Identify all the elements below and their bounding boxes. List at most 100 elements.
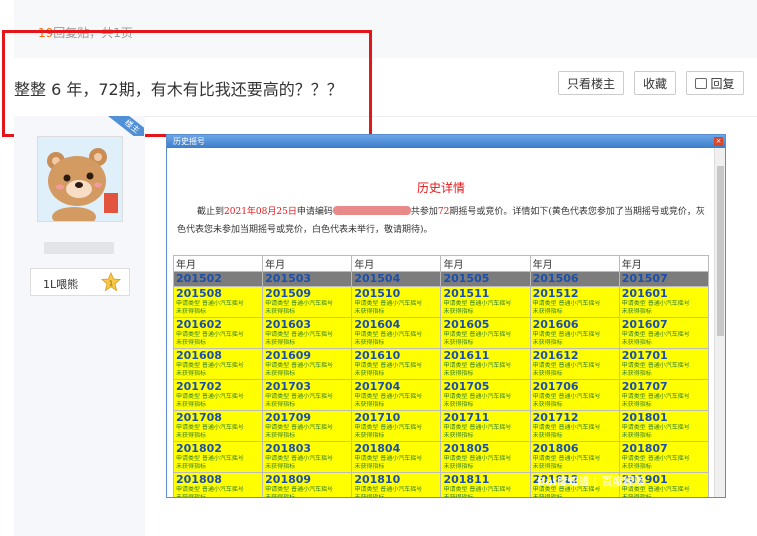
column-header: 年月: [440, 255, 531, 272]
result-status: 未获得指标: [354, 339, 385, 346]
reply-button-label: 回复: [710, 77, 735, 91]
avatar[interactable]: [37, 136, 123, 227]
period-code: 201603: [265, 318, 312, 331]
application-type: 申请类型 普通小汽车摇号: [176, 362, 244, 369]
lottery-history-screenshot[interactable]: 历史摇号 × 历史详情 截止到2021年08月25日申请编码 共参加72期摇号或竞…: [166, 134, 726, 498]
application-type: 申请类型 普通小汽车摇号: [532, 331, 601, 338]
period-code: 201710: [354, 411, 401, 424]
result-status: 未获得指标: [621, 308, 652, 315]
op-badge-label: 楼主: [108, 116, 144, 136]
application-type: 申请类型 普通小汽车摇号: [176, 486, 244, 493]
table-row: 201802 申请类型 普通小汽车摇号 未获得指标 201803 申请类型 普通小汽车摇…: [172, 441, 710, 473]
application-type: 申请类型 普通小汽车摇号: [532, 362, 601, 369]
application-type: 申请类型 普通小汽车摇号: [621, 424, 690, 431]
column-header: 年月: [262, 255, 353, 272]
result-status: 未获得指标: [621, 432, 652, 439]
result-status: 未获得指标: [265, 370, 296, 377]
table-cell: 201604 申请类型 普通小汽车摇号 未获得指标: [351, 317, 442, 349]
period-code: 201512: [532, 287, 579, 300]
table-cell: 201801 申请类型 普通小汽车摇号 未获得指标: [618, 410, 710, 442]
application-type: 申请类型 普通小汽车摇号: [443, 393, 512, 400]
close-icon: ×: [714, 137, 723, 146]
result-status: 未获得指标: [532, 339, 563, 346]
result-status: 未获得指标: [354, 401, 385, 408]
result-status: 未获得指标: [443, 308, 474, 315]
result-status: 未获得指标: [532, 308, 563, 315]
op-corner-badge: 楼主: [108, 116, 144, 136]
period-code: 201609: [265, 349, 312, 362]
desc-count-prefix: 共参加: [410, 207, 438, 217]
application-type: 申请类型 普通小汽车摇号: [176, 300, 244, 307]
application-type: 申请类型 普通小汽车摇号: [354, 486, 423, 493]
period-code: 201706: [532, 380, 579, 393]
application-type: 申请类型 普通小汽车摇号: [265, 362, 334, 369]
column-header: 年月: [172, 255, 264, 272]
table-cell: 201607 申请类型 普通小汽车摇号 未获得指标: [618, 317, 710, 349]
table-cell: 201506: [529, 271, 620, 287]
reply-button[interactable]: 回复: [686, 71, 744, 95]
application-type: 申请类型 普通小汽车摇号: [354, 424, 423, 431]
table-cell: 201611 申请类型 普通小汽车摇号 未获得指标: [440, 348, 531, 380]
table-cell: 201511 申请类型 普通小汽车摇号 未获得指标: [440, 286, 531, 318]
table-cell: 201705 申请类型 普通小汽车摇号 未获得指标: [440, 379, 531, 411]
result-status: 未获得指标: [621, 494, 652, 498]
period-code: 201808: [176, 473, 222, 486]
result-status: 未获得指标: [354, 494, 385, 498]
period-code: 201610: [354, 349, 401, 362]
period-code: 201802: [176, 442, 222, 455]
table-row: 201608 申请类型 普通小汽车摇号 未获得指标 201609 申请类型 普通小汽车摇…: [172, 348, 710, 380]
table-cell: 201509 申请类型 普通小汽车摇号 未获得指标: [262, 286, 353, 318]
table-cell: 201805 申请类型 普通小汽车摇号 未获得指标: [440, 441, 531, 473]
username-blurred[interactable]: [44, 242, 114, 254]
application-type: 申请类型 普通小汽车摇号: [532, 455, 601, 462]
favorite-button[interactable]: 收藏: [634, 71, 676, 95]
application-type: 申请类型 普通小汽车摇号: [443, 486, 512, 493]
application-type: 申请类型 普通小汽车摇号: [176, 424, 244, 431]
application-type: 申请类型 普通小汽车摇号: [621, 331, 690, 338]
period-code: 201701: [621, 349, 668, 362]
table-cell: 201605 申请类型 普通小汽车摇号 未获得指标: [440, 317, 531, 349]
level-badge[interactable]: 1L喂熊 1: [30, 268, 130, 296]
application-type: 申请类型 普通小汽车摇号: [532, 424, 601, 431]
only-op-button[interactable]: 只看楼主: [558, 71, 624, 95]
window-titlebar: 历史摇号 ×: [167, 135, 725, 148]
result-status: 未获得指标: [532, 463, 563, 470]
period-code: 201711: [443, 411, 490, 424]
level-badge-label: 1L喂熊: [43, 278, 79, 291]
application-type: 申请类型 普通小汽车摇号: [354, 362, 423, 369]
table-cell: 201702 申请类型 普通小汽车摇号 未获得指标: [172, 379, 264, 411]
result-status: 未获得指标: [265, 401, 296, 408]
table-row: 201502 201503 201504 201505 201506 201507: [172, 271, 710, 287]
table-cell: 201709 申请类型 普通小汽车摇号 未获得指标: [262, 410, 353, 442]
period-code: 201804: [354, 442, 401, 455]
result-status: 未获得指标: [176, 308, 207, 315]
table-cell: 201610 申请类型 普通小汽车摇号 未获得指标: [351, 348, 442, 380]
table-cell: 201807 申请类型 普通小汽车摇号 未获得指标: [618, 441, 710, 473]
period-code: 201805: [443, 442, 490, 455]
application-type: 申请类型 普通小汽车摇号: [354, 393, 423, 400]
history-heading: 历史详情: [416, 181, 465, 195]
application-type: 申请类型 普通小汽车摇号: [354, 455, 423, 462]
table-cell: 201703 申请类型 普通小汽车摇号 未获得指标: [262, 379, 353, 411]
application-type: 申请类型 普通小汽车摇号: [176, 393, 244, 400]
period-code: 201801: [621, 411, 668, 424]
table-cell: 201601 申请类型 普通小汽车摇号 未获得指标: [618, 286, 710, 318]
application-type: 申请类型 普通小汽车摇号: [265, 424, 334, 431]
desc-date: 2021年08月25日: [224, 207, 297, 217]
period-code: 201810: [354, 473, 401, 486]
result-status: 未获得指标: [532, 401, 563, 408]
result-status: 未获得指标: [176, 463, 207, 470]
application-type: 申请类型 普通小汽车摇号: [265, 455, 334, 462]
application-type: 申请类型 普通小汽车摇号: [265, 486, 334, 493]
period-code: 201509: [265, 287, 312, 300]
result-status: 未获得指标: [176, 494, 207, 498]
period-code: 201703: [265, 380, 312, 393]
period-code: 201604: [354, 318, 401, 331]
result-status: 未获得指标: [265, 308, 296, 315]
author-sidebar: 1L喂熊 1: [14, 116, 145, 536]
application-type: 申请类型 普通小汽车摇号: [621, 455, 690, 462]
table-cell: 201602 申请类型 普通小汽车摇号 未获得指标: [172, 317, 264, 349]
table-cell: 201811 申请类型 普通小汽车摇号 未获得指标: [440, 472, 531, 497]
result-status: 未获得指标: [354, 308, 385, 315]
result-status: 未获得指标: [443, 339, 474, 346]
